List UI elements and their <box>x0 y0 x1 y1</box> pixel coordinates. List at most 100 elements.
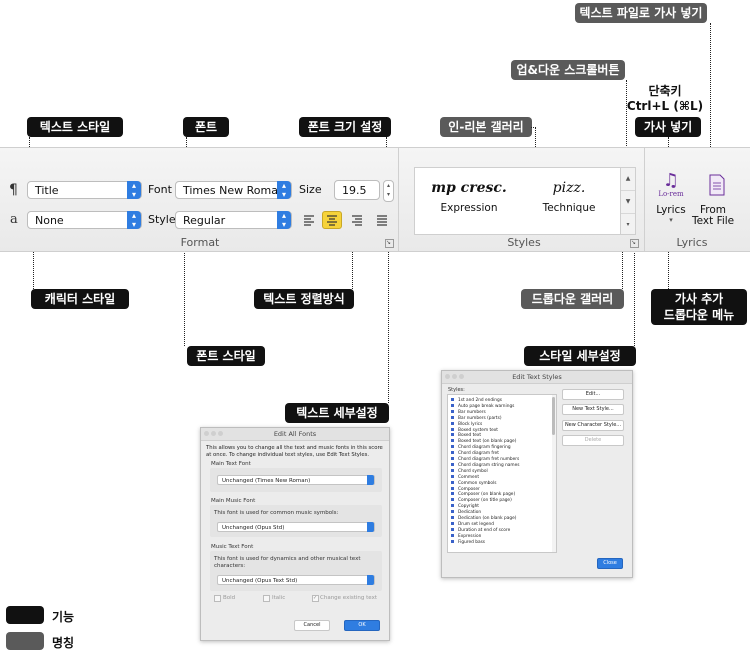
style-icon <box>451 468 454 472</box>
from-text-file-line2: Text File <box>692 215 735 227</box>
chevron-updown-icon <box>367 575 374 585</box>
font-value: Times New Roman <box>183 184 285 197</box>
font-label: Font <box>148 183 172 196</box>
zoom-window-icon[interactable] <box>459 374 464 379</box>
font-style-value: Regular <box>183 214 226 227</box>
style-icon <box>451 427 454 431</box>
char-style-select[interactable]: None ▴ ▾ <box>27 211 142 229</box>
bold-label: Bold <box>223 595 236 601</box>
from-text-file-button[interactable]: From Text File <box>692 174 734 232</box>
scroll-thumb <box>552 397 555 435</box>
lyrics-group-label: Lyrics <box>676 236 708 249</box>
align-center-button[interactable] <box>322 211 342 229</box>
bold-checkbox[interactable] <box>214 595 221 602</box>
dialog-title: Edit Text Styles <box>442 371 632 384</box>
lyrics-button[interactable]: ♫ Lo-rem Lyrics ▾ <box>649 172 693 232</box>
callout-shortcut: 단축키 Ctrl+L (⌘L) <box>625 84 705 114</box>
shortcut-line1: 단축키 <box>648 84 682 98</box>
style-icon <box>451 445 454 449</box>
callout-font-style: 폰트 스타일 <box>187 346 265 366</box>
edit-style-button[interactable]: Edit... <box>562 389 624 400</box>
style-icon <box>451 492 454 496</box>
size-label: Size <box>299 183 322 196</box>
callout-text-style: 텍스트 스타일 <box>27 117 123 137</box>
legend-name-label: 명칭 <box>52 636 75 650</box>
style-detail-launcher[interactable]: ↘ <box>630 239 639 248</box>
size-stepper[interactable]: ▴ ▾ <box>383 180 394 202</box>
list-item-label: Composer (on title page) <box>458 498 512 504</box>
align-right-button[interactable] <box>347 211 367 229</box>
gallery-label: Technique <box>542 202 596 214</box>
list-item[interactable]: Figured bass <box>451 539 486 546</box>
gallery-item-technique[interactable]: pizz. Technique <box>523 176 615 226</box>
lyrics-label: Lyrics <box>656 204 686 216</box>
lyrics-add-menu-line2: 드롭다운 메뉴 <box>663 308 735 322</box>
text-file-icon <box>709 174 725 196</box>
zoom-window-icon[interactable] <box>218 431 223 436</box>
list-item-label: Chord diagram fret <box>458 451 499 457</box>
align-justify-button[interactable] <box>372 211 392 229</box>
new-text-style-button[interactable]: New Text Style... <box>562 404 624 415</box>
font-style-select[interactable]: Regular ▴ ▾ <box>175 211 292 229</box>
dialog-title: Edit All Fonts <box>201 428 389 441</box>
group-separator <box>644 148 645 251</box>
minimize-window-icon[interactable] <box>211 431 216 436</box>
list-item-label: Figured bass <box>458 539 486 545</box>
leader-gallery-h <box>531 127 536 128</box>
callout-lyrics-add-menu: 가사 추가 드롭다운 메뉴 <box>651 289 747 325</box>
styles-label: Styles: <box>448 387 465 393</box>
edit-text-styles-dialog: Edit Text Styles Styles: 1st and 2nd end… <box>441 370 633 578</box>
text-style-select[interactable]: Title ▴ ▾ <box>27 181 142 199</box>
callout-text-file-lyrics: 텍스트 파일로 가사 넣기 <box>575 3 707 23</box>
align-left-icon <box>304 215 314 226</box>
change-existing-checkbox[interactable]: ✓ <box>312 595 319 602</box>
music-text-font-select[interactable]: Unchanged (Opus Text Std) <box>217 575 375 585</box>
delete-style-button[interactable]: Delete <box>562 435 624 446</box>
legend-function-label: 기능 <box>52 610 75 624</box>
list-item-label: Boxed text <box>458 433 482 439</box>
style-icon <box>451 462 454 466</box>
list-scrollbar[interactable] <box>552 395 556 552</box>
scroll-down-button[interactable]: ▼ <box>621 190 635 213</box>
main-text-font-label: Main Text Font <box>211 461 251 467</box>
ok-button[interactable]: OK <box>344 620 380 631</box>
music-text-font-box: This font is used for dynamics and other… <box>210 551 382 591</box>
text-detail-launcher[interactable]: ↘ <box>385 239 394 248</box>
minimize-window-icon[interactable] <box>452 374 457 379</box>
list-item-label: 1st and 2nd endings <box>458 398 503 403</box>
main-text-font-select[interactable]: Unchanged (Times New Roman) <box>217 475 375 485</box>
style-icon <box>451 498 454 502</box>
list-item-label: Copyright <box>458 504 479 510</box>
callout-text-align: 텍스트 정렬방식 <box>254 289 354 309</box>
list-item-label: Chord symbol <box>458 468 488 474</box>
callout-inline-gallery: 인-리본 갤러리 <box>440 117 532 137</box>
new-character-style-button[interactable]: New Character Style... <box>562 420 624 431</box>
size-input[interactable]: 19.5 <box>334 180 380 200</box>
font-select[interactable]: Times New Roman ▴ ▾ <box>175 181 292 199</box>
styles-list[interactable]: 1st and 2nd endings Auto page break warni… <box>447 394 557 553</box>
callout-add-lyrics: 가사 넣기 <box>635 117 701 137</box>
scroll-up-button[interactable]: ▲ <box>621 168 635 190</box>
align-left-button[interactable] <box>299 211 319 229</box>
cancel-button[interactable]: Cancel <box>294 620 330 631</box>
list-item-label: Composer <box>458 486 480 492</box>
close-window-icon[interactable] <box>445 374 450 379</box>
close-window-icon[interactable] <box>204 431 209 436</box>
gallery-item-expression[interactable]: mp cresc. Expression <box>423 176 515 226</box>
chevron-down-icon: ▾ <box>669 216 673 224</box>
legend-swatch-function <box>6 606 44 624</box>
main-music-font-select[interactable]: Unchanged (Opus Std) <box>217 522 375 532</box>
chevron-updown-icon: ▴ ▾ <box>277 181 291 199</box>
italic-checkbox[interactable] <box>263 595 270 602</box>
list-item-label: Duration at end of score <box>458 527 511 533</box>
dropdown-gallery-button[interactable]: ▾ <box>621 213 635 235</box>
main-text-font-box: Unchanged (Times New Roman) <box>210 468 382 492</box>
callout-font-size: 폰트 크기 설정 <box>299 117 391 137</box>
shortcut-line2: Ctrl+L (⌘L) <box>626 99 704 113</box>
italic-label: Italic <box>272 595 286 601</box>
group-separator <box>398 148 399 251</box>
dialog-intro: This allows you to change all the text a… <box>206 445 383 458</box>
lyrics-caption: Lo-rem <box>658 190 684 198</box>
close-button[interactable]: Close <box>597 558 623 569</box>
list-item-label: Expression <box>458 533 482 539</box>
